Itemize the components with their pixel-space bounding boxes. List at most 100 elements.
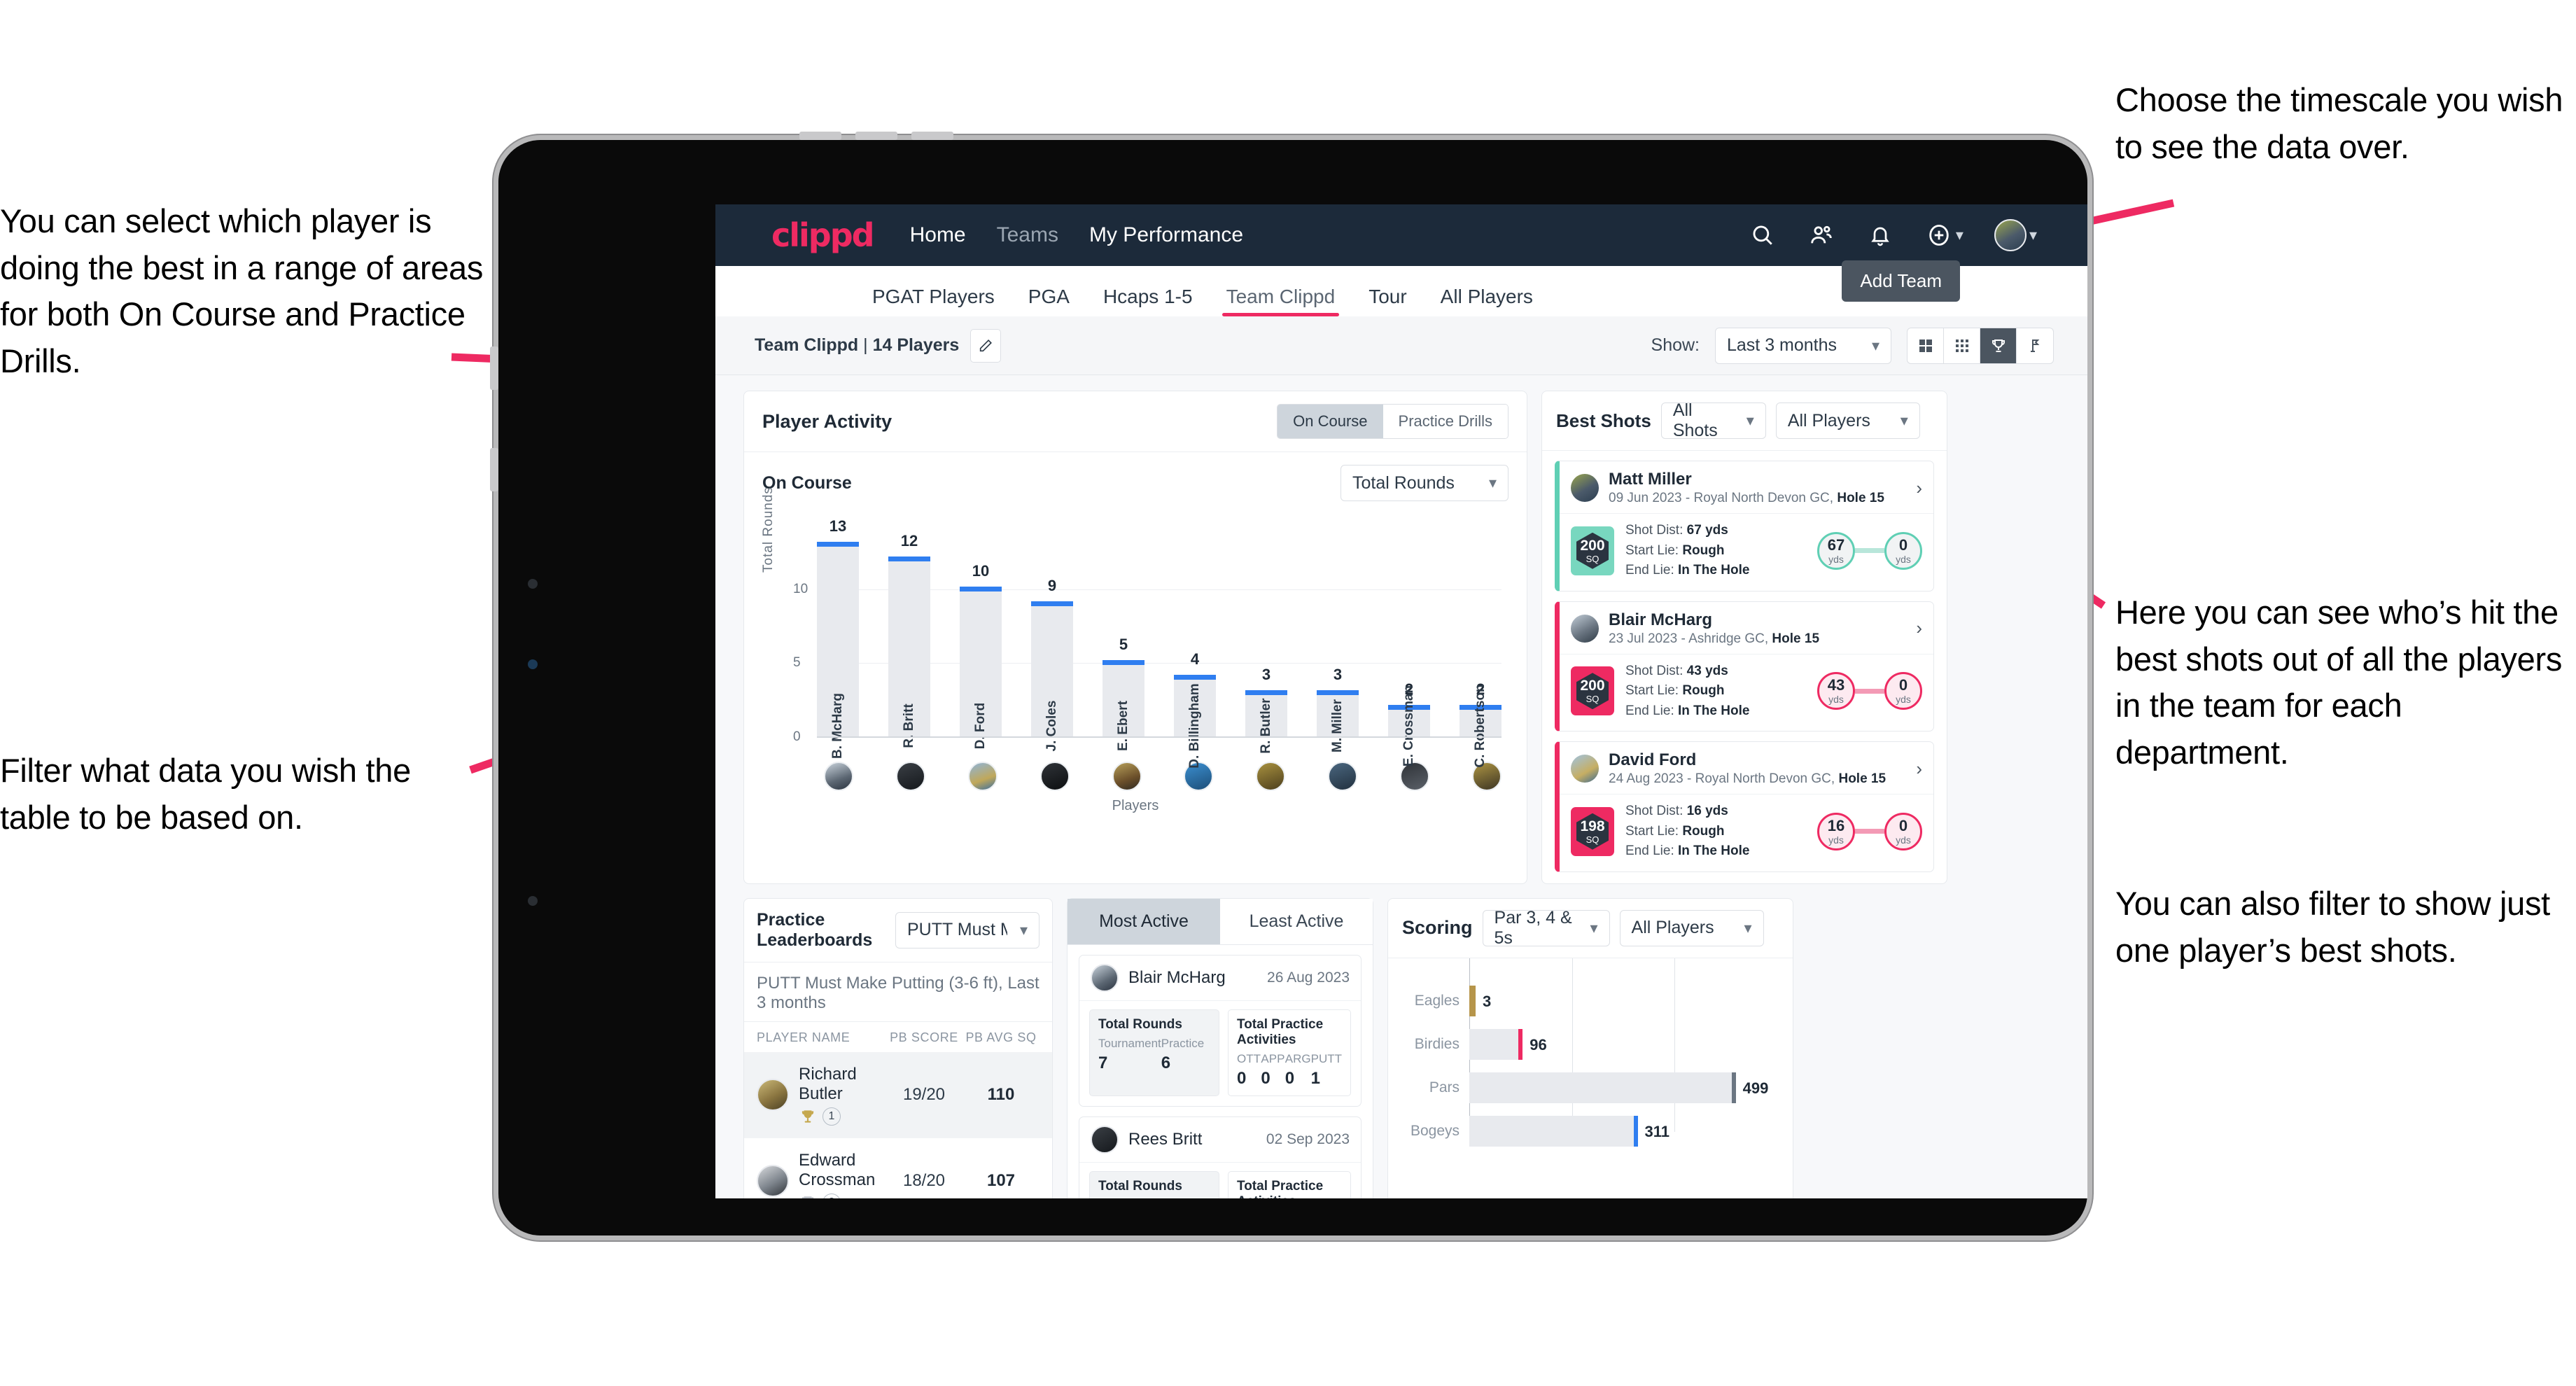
shot-end-distance: 0 yds [1884, 531, 1922, 570]
nav-link-my-performance[interactable]: My Performance [1089, 223, 1243, 247]
scoring-bar[interactable] [1469, 1028, 1523, 1060]
nav-link-home[interactable]: Home [910, 223, 966, 247]
bar-category-label: M. Miller [1330, 699, 1345, 753]
total-practice-box: Total Practice ActivitiesOTT0APP0ARG0PUT… [1228, 1170, 1351, 1199]
player-activity-subheader: On Course Total Rounds ▾ [744, 452, 1527, 505]
bar-column[interactable]: 9 J. Coles [1031, 531, 1073, 751]
activity-player-card[interactable]: Rees Britt 02 Sep 2023 Total RoundsTournam… [1079, 1116, 1362, 1199]
chevron-right-icon[interactable]: › [1916, 758, 1922, 780]
bar-column[interactable]: 2 C. Robertson [1460, 531, 1502, 768]
activity-player-card[interactable]: Blair McHarg 26 Aug 2023 Total Rounds Tourn… [1079, 954, 1362, 1107]
bar-column[interactable]: 12 R. Britt [888, 531, 930, 748]
scoring-bar-tip [1471, 985, 1476, 1016]
table-row[interactable]: Richard Butler 1 19/20 110 [744, 1051, 1052, 1138]
scoring-bar-row: Pars 499 [1405, 1066, 1776, 1110]
bar-column[interactable]: 13 B. McHarg [817, 517, 859, 759]
avatar[interactable] [1994, 219, 2026, 251]
chevron-right-icon[interactable]: › [1916, 477, 1922, 499]
chevron-down-icon: ▾ [1746, 412, 1754, 429]
nav-link-teams[interactable]: Teams [997, 223, 1058, 247]
avatar [1091, 1125, 1119, 1154]
bar-column[interactable]: 3 R. Butler [1245, 531, 1287, 754]
drill-select[interactable]: PUTT Must Make Putting ... ▾ [895, 911, 1040, 948]
scoring-bar-value: 499 [1742, 1079, 1769, 1097]
annotation-left-bottom: Filter what data you wish the table to b… [0, 752, 411, 836]
annotation-right-top: Choose the timescale you wish to see the… [2115, 81, 2563, 165]
bar-value-label: 3 [1261, 665, 1271, 683]
scoring-bar[interactable] [1469, 985, 1476, 1016]
chart-plot-area: 0 5 10 13 B. McHarg 12 R. Britt 10 D. Ford 9 J. Co… [793, 517, 1502, 769]
grid-large-icon[interactable] [1907, 328, 1944, 363]
tab-list: PGAT Players PGA Hcaps 1-5 Team Clippd T… [872, 286, 1533, 316]
player-avatar[interactable] [1040, 762, 1070, 791]
scoring-bar[interactable] [1469, 1115, 1638, 1147]
total-practice-title: Total Practice Activities [1237, 1178, 1324, 1199]
scoring-category-label: Birdies [1414, 1035, 1460, 1052]
shot-quality-badge: 200 SQ [1571, 526, 1614, 575]
best-shots-header: Best Shots All Shots ▾ All Players ▾ [1542, 391, 1947, 451]
clippd-logo[interactable]: clippd [771, 216, 875, 254]
chevron-down-icon[interactable]: ▾ [2029, 226, 2037, 244]
trophy-icon [802, 1196, 814, 1198]
plus-circle-icon[interactable] [1925, 221, 1953, 249]
cell-pb-score: 19/20 [902, 1085, 946, 1104]
best-shots-player-select[interactable]: All Players ▾ [1775, 402, 1920, 439]
tab-pga[interactable]: PGA [1028, 286, 1070, 316]
bar-column[interactable]: 2 E. Crossman [1388, 531, 1430, 766]
leaderboard-column-headers: PLAYER NAME PB SCORE PB AVG SQ [744, 1022, 1052, 1052]
scoring-bar[interactable] [1469, 1072, 1736, 1103]
search-icon[interactable] [1749, 221, 1777, 249]
player-avatar[interactable] [1256, 762, 1286, 791]
chevron-right-icon[interactable]: › [1916, 617, 1922, 639]
column-pb-avg-sq: PB AVG SQ [965, 1030, 1037, 1044]
best-shot-item[interactable]: Blair McHarg 23 Jul 2023 - Ashridge GC, H… [1555, 601, 1934, 732]
scoring-player-select[interactable]: All Players ▾ [1619, 909, 1764, 946]
bar-column[interactable]: 5 E. Ebert [1102, 531, 1144, 751]
edit-team-button[interactable] [970, 328, 1002, 363]
trophy-icon[interactable] [1980, 328, 2017, 363]
bar-category-label: D. Billingham [1187, 683, 1202, 769]
sensor-dot-icon [528, 659, 538, 669]
bar-cap [1031, 601, 1073, 606]
distance-dumbbell: 43 yds 0 yds [1817, 672, 1922, 710]
people-icon[interactable] [1807, 221, 1835, 249]
bar-column[interactable]: 10 D. Ford [960, 531, 1002, 749]
segment-practice-drills[interactable]: Practice Drills [1382, 405, 1508, 438]
leaderboard-rows: Richard Butler 1 19/20 110 Edward Crossman 2 1… [744, 1051, 1052, 1198]
best-shot-details: Shot Dist: 16 yds Start Lie: Rough End Lie… [1625, 804, 1750, 858]
chevron-down-icon[interactable]: ▾ [1956, 226, 1963, 244]
tab-least-active[interactable]: Least Active [1220, 898, 1373, 944]
grid-small-icon[interactable] [1944, 328, 1980, 363]
bar-column[interactable]: 3 M. Miller [1317, 531, 1359, 752]
player-avatar[interactable] [895, 762, 925, 791]
tab-team-clippd[interactable]: Team Clippd [1222, 286, 1339, 316]
bar-column[interactable]: 4 D. Billingham [1174, 531, 1216, 769]
timescale-value: Last 3 months [1727, 335, 1837, 355]
player-avatar[interactable] [1328, 762, 1358, 791]
tab-all-players[interactable]: All Players [1441, 286, 1533, 316]
flag-icon[interactable] [2017, 328, 2053, 363]
tab-hcaps-1-5[interactable]: Hcaps 1-5 [1103, 286, 1193, 316]
leaderboard-subtitle: PUTT Must Make Putting (3-6 ft), Last 3 … [744, 962, 1052, 1022]
activity-card-list: Blair McHarg 26 Aug 2023 Total Rounds Tourn… [1068, 954, 1373, 1199]
segment-on-course[interactable]: On Course [1278, 405, 1383, 438]
best-shot-item[interactable]: Matt Miller 09 Jun 2023 - Royal North Dev… [1555, 461, 1934, 592]
best-shot-header: Blair McHarg 23 Jul 2023 - Ashridge GC, H… [1560, 602, 1933, 654]
player-avatar[interactable] [1112, 762, 1142, 791]
tab-most-active[interactable]: Most Active [1068, 898, 1220, 944]
shot-type-select[interactable]: All Shots ▾ [1660, 400, 1766, 440]
player-avatar[interactable] [967, 762, 997, 791]
timescale-select[interactable]: Last 3 months ▾ [1715, 327, 1891, 364]
nav-right-actions: ▾ ▾ [1749, 219, 2087, 251]
par-select[interactable]: Par 3, 4 & 5s ▾ [1482, 908, 1610, 948]
bell-icon[interactable] [1866, 221, 1894, 249]
tab-pgat-players[interactable]: PGAT Players [872, 286, 995, 316]
x-axis-label: Players [1112, 798, 1159, 813]
player-avatar[interactable] [824, 762, 853, 791]
best-shot-item[interactable]: David Ford 24 Aug 2023 - Royal North Devo… [1555, 741, 1934, 872]
avatar [1571, 474, 1599, 502]
table-row[interactable]: Edward Crossman 2 18/20 107 [744, 1138, 1052, 1198]
tab-tour[interactable]: Tour [1368, 286, 1406, 316]
best-shots-list: Matt Miller 09 Jun 2023 - Royal North Dev… [1542, 451, 1947, 883]
metric-select[interactable]: Total Rounds ▾ [1340, 465, 1508, 501]
